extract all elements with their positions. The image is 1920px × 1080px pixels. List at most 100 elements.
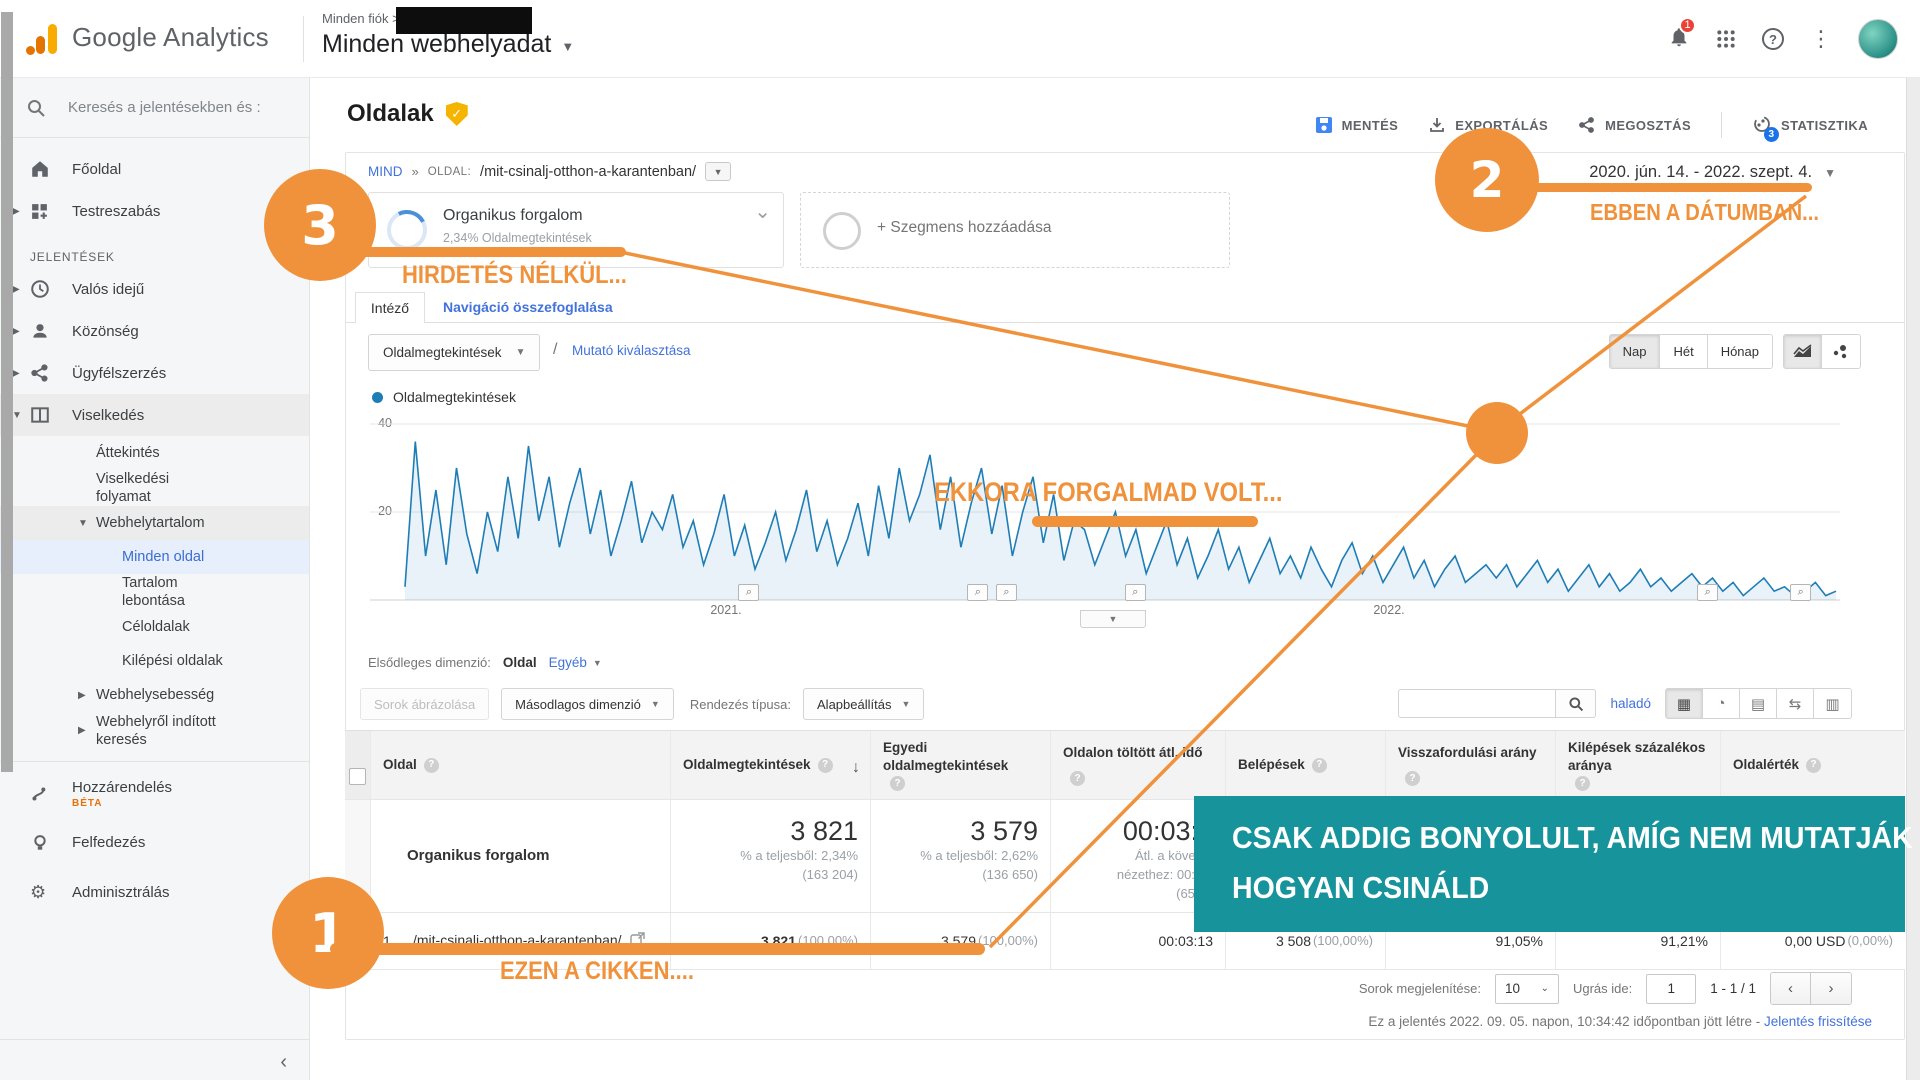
plot-rows-button[interactable]: Sorok ábrázolása: [360, 688, 489, 720]
date-range-selector[interactable]: 2020. jún. 14. - 2022. szept. 4. ▼: [1589, 163, 1836, 182]
annotation-marker-icon[interactable]: ⌕: [967, 584, 988, 601]
google-analytics-logo-icon: [26, 20, 62, 56]
rows-per-page-select[interactable]: 10 ⌄: [1495, 974, 1559, 1004]
goto-page-input[interactable]: [1646, 974, 1696, 1004]
notifications-button[interactable]: 1: [1668, 26, 1690, 53]
other-dimension-link[interactable]: Egyéb ▼: [549, 655, 602, 670]
page-scrollbar[interactable]: [1906, 78, 1920, 1080]
select-metric-link[interactable]: Mutató kiválasztása: [572, 343, 691, 358]
comparison-view-button[interactable]: ⇆: [1777, 689, 1814, 718]
sidebar-item-admin[interactable]: ⚙ Adminisztrálás: [0, 868, 309, 918]
tab-navigation-summary[interactable]: Navigáció összefoglalása: [443, 299, 613, 315]
column-header-exit-rate[interactable]: Kilépések százalékos aránya?: [1555, 731, 1720, 799]
performance-view-button[interactable]: ▤: [1740, 689, 1777, 718]
percentage-view-button[interactable]: ◔: [1703, 689, 1740, 718]
home-icon: [30, 159, 72, 179]
annotation-marker-icon[interactable]: ⌕: [1790, 584, 1811, 601]
granularity-month[interactable]: Hónap: [1708, 335, 1772, 368]
column-header-page-value[interactable]: Oldalérték?: [1720, 731, 1905, 799]
sidebar-item-acquisition[interactable]: ▶ Ügyfélszerzés: [0, 352, 309, 394]
column-header-pageviews[interactable]: Oldalmegtekintések? ↓: [670, 731, 870, 799]
export-button[interactable]: EXPORTÁLÁS: [1428, 116, 1548, 134]
sidebar-item-behavior-flow[interactable]: Viselkedési folyamat: [0, 470, 309, 506]
sidebar-item-customization[interactable]: ▶ Testreszabás: [0, 190, 309, 232]
sort-type-button[interactable]: Alapbeállítás ▼: [803, 688, 924, 720]
help-icon[interactable]: ?: [1806, 758, 1821, 773]
annotation-marker-icon[interactable]: ⌕: [1697, 584, 1718, 601]
column-header-avg-time[interactable]: Oldalon töltött átl. idő?: [1050, 731, 1225, 799]
apps-grid-icon[interactable]: [1716, 29, 1736, 49]
breadcrumb-all[interactable]: MIND: [368, 164, 403, 179]
prev-page-button[interactable]: ‹: [1771, 973, 1811, 1004]
sidebar-item-site-speed[interactable]: ▶ Webhelysebesség: [0, 679, 309, 713]
account-breadcrumb[interactable]: Minden fiók >: [322, 11, 400, 26]
sidebar-item-exit-pages[interactable]: Kilépési oldalak: [0, 645, 309, 679]
sidebar-search[interactable]: Keresés a jelentésekben és :: [0, 78, 309, 138]
more-menu-icon[interactable]: ⋮: [1810, 26, 1832, 52]
scrollbar-thumb[interactable]: [1, 12, 13, 772]
line-chart-button[interactable]: [1784, 335, 1822, 368]
tab-explorer[interactable]: Intéző: [355, 292, 425, 323]
breadcrumb-dropdown[interactable]: ▼: [705, 162, 731, 181]
chevron-down-icon[interactable]: ⌄: [754, 199, 771, 224]
help-icon[interactable]: ?: [1312, 758, 1327, 773]
refresh-report-link[interactable]: Jelentés frissítése: [1764, 1014, 1872, 1029]
sidebar-item-home[interactable]: Főoldal: [0, 148, 309, 190]
annotations-expander[interactable]: ▼: [1080, 610, 1146, 628]
help-icon[interactable]: ?: [1405, 771, 1420, 786]
table-view-button[interactable]: ▦: [1666, 689, 1703, 718]
chart-type-group: [1783, 334, 1861, 369]
segment-card-organic[interactable]: Organikus forgalom 2,34% Oldalmegtekinté…: [368, 192, 784, 268]
sidebar-item-attribution[interactable]: Hozzárendelés BÉTA: [0, 770, 309, 818]
property-selector[interactable]: Minden webhelyadat ▼: [322, 30, 574, 59]
segment-circle-icon: [823, 212, 861, 250]
add-segment-card[interactable]: + Szegmens hozzáadása: [800, 192, 1230, 268]
pivot-view-button[interactable]: ▥: [1814, 689, 1851, 718]
column-header-entrances[interactable]: Belépések?: [1225, 731, 1385, 799]
help-icon[interactable]: ?: [1575, 776, 1590, 791]
secondary-dimension-button[interactable]: Másodlagos dimenzió ▼: [501, 688, 674, 720]
sidebar-item-content-drilldown[interactable]: Tartalom lebontása: [0, 574, 309, 610]
page-path-link[interactable]: /mit-csinalj-otthon-a-karantenban/: [413, 931, 622, 949]
topbar: Google Analytics Minden fiók > Minden we…: [0, 0, 1920, 78]
metric-selector[interactable]: Oldalmegtekintések ▼: [368, 334, 540, 371]
column-header-page[interactable]: Oldal?: [370, 731, 670, 799]
sidebar-item-behavior[interactable]: ▼ Viselkedés: [0, 394, 309, 436]
help-icon[interactable]: ?: [818, 758, 833, 773]
sidebar-item-audience[interactable]: ▶ Közönség: [0, 310, 309, 352]
column-header-bounce-rate[interactable]: Visszafordulási arány?: [1385, 731, 1555, 799]
table-search-input[interactable]: [1398, 689, 1556, 718]
sidebar-item-site-search[interactable]: ▶ Webhelyről indított keresés: [0, 713, 309, 749]
open-in-new-icon[interactable]: [630, 932, 645, 949]
insights-button[interactable]: 3 STATISZTIKA: [1752, 114, 1868, 137]
share-button[interactable]: MEGOSZTÁS: [1578, 116, 1691, 134]
sidebar-item-site-content[interactable]: ▼ Webhelytartalom: [0, 506, 309, 540]
sidebar-item-all-pages[interactable]: Minden oldal: [0, 540, 309, 574]
sidebar-item-landing-pages[interactable]: Céloldalak: [0, 611, 309, 645]
help-icon[interactable]: ?: [890, 776, 905, 791]
granularity-day[interactable]: Nap: [1610, 335, 1661, 368]
sidebar-item-overview[interactable]: Áttekintés: [0, 436, 309, 470]
help-icon[interactable]: ?: [1762, 28, 1784, 50]
primary-dimension-value[interactable]: Oldal: [503, 655, 537, 670]
annotation-marker-icon[interactable]: ⌕: [996, 584, 1017, 601]
avatar[interactable]: [1858, 19, 1898, 59]
pivot-icon: ▥: [1825, 695, 1839, 713]
next-page-button[interactable]: ›: [1811, 973, 1851, 1004]
annotation-marker-icon[interactable]: ⌕: [738, 584, 759, 601]
table-search-button[interactable]: [1556, 689, 1596, 718]
help-icon[interactable]: ?: [1070, 771, 1085, 786]
traffic-chart[interactable]: [360, 410, 1860, 625]
column-header-unique-pageviews[interactable]: Egyedi oldalmegtekintések?: [870, 731, 1050, 799]
sidebar-collapse-icon[interactable]: ‹: [280, 1051, 287, 1074]
motion-chart-button[interactable]: [1822, 335, 1860, 368]
insights-badge: 3: [1764, 127, 1779, 142]
advanced-filter-link[interactable]: haladó: [1610, 696, 1651, 711]
help-icon[interactable]: ?: [424, 758, 439, 773]
annotation-marker-icon[interactable]: ⌕: [1125, 584, 1146, 601]
save-button[interactable]: MENTÉS: [1315, 116, 1399, 134]
select-all-checkbox[interactable]: [345, 731, 370, 799]
sidebar-item-discover[interactable]: Felfedezés: [0, 818, 309, 868]
sidebar-item-realtime[interactable]: ▶ Valós idejű: [0, 268, 309, 310]
granularity-week[interactable]: Hét: [1660, 335, 1707, 368]
